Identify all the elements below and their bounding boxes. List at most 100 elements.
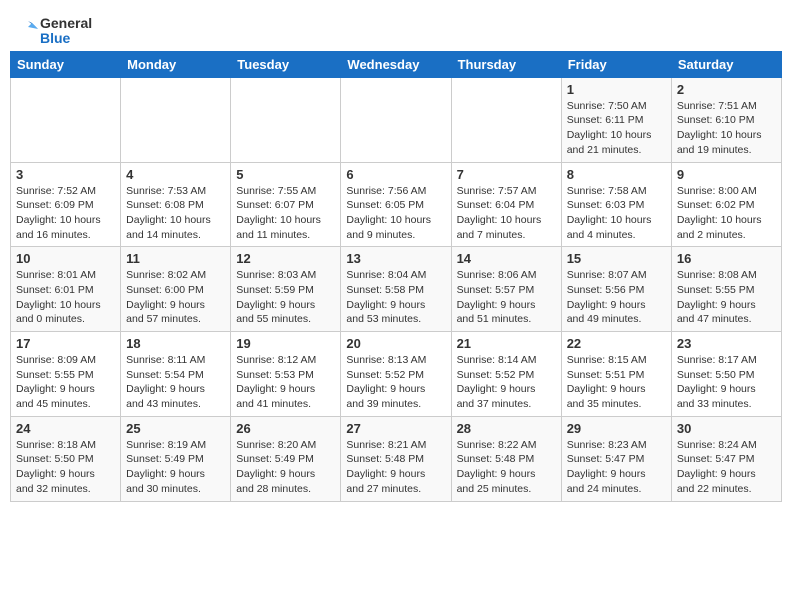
day-info: Sunrise: 8:24 AM Sunset: 5:47 PM Dayligh… [677,438,776,497]
day-cell: 27 Sunrise: 8:21 AM Sunset: 5:48 PM Dayli… [341,416,451,501]
day-number: 13 [346,251,445,266]
day-info: Sunrise: 7:58 AM Sunset: 6:03 PM Dayligh… [567,184,666,243]
column-header-monday: Monday [121,51,231,77]
day-cell: 19Sunrise: 8:12 AM Sunset: 5:53 PM Dayli… [231,332,341,417]
day-info: Sunrise: 8:21 AM Sunset: 5:48 PM Dayligh… [346,438,445,497]
day-number: 6 [346,167,445,182]
day-info: Sunrise: 8:09 AM Sunset: 5:55 PM Dayligh… [16,353,115,412]
day-cell: 1 Sunrise: 7:50 AM Sunset: 6:11 PM Daylig… [561,77,671,162]
day-info: Sunrise: 7:56 AM Sunset: 6:05 PM Dayligh… [346,184,445,243]
day-number: 29 [567,421,666,436]
logo: General Blue [10,16,92,47]
column-header-saturday: Saturday [671,51,781,77]
day-number: 30 [677,421,776,436]
day-cell: 9 Sunrise: 8:00 AM Sunset: 6:02 PM Daylig… [671,162,781,247]
header-row: SundayMondayTuesdayWednesdayThursdayFrid… [11,51,782,77]
day-info: Sunrise: 8:06 AM Sunset: 5:57 PM Dayligh… [457,268,556,327]
day-number: 7 [457,167,556,182]
column-header-friday: Friday [561,51,671,77]
day-info: Sunrise: 8:13 AM Sunset: 5:52 PM Dayligh… [346,353,445,412]
day-info: Sunrise: 8:20 AM Sunset: 5:49 PM Dayligh… [236,438,335,497]
day-cell: 18 Sunrise: 8:11 AM Sunset: 5:54 PM Dayli… [121,332,231,417]
header: General Blue [10,10,782,47]
day-number: 22 [567,336,666,351]
day-info: Sunrise: 8:03 AM Sunset: 5:59 PM Dayligh… [236,268,335,327]
day-cell: 30 Sunrise: 8:24 AM Sunset: 5:47 PM Dayli… [671,416,781,501]
day-cell [451,77,561,162]
day-cell: 7 Sunrise: 7:57 AM Sunset: 6:04 PM Daylig… [451,162,561,247]
day-number: 15 [567,251,666,266]
day-cell: 10Sunrise: 8:01 AM Sunset: 6:01 PM Dayli… [11,247,121,332]
day-cell: 6 Sunrise: 7:56 AM Sunset: 6:05 PM Daylig… [341,162,451,247]
day-number: 21 [457,336,556,351]
day-number: 28 [457,421,556,436]
day-info: Sunrise: 8:18 AM Sunset: 5:50 PM Dayligh… [16,438,115,497]
day-number: 24 [16,421,115,436]
day-cell: 22Sunrise: 8:15 AM Sunset: 5:51 PM Dayli… [561,332,671,417]
day-info: Sunrise: 7:52 AM Sunset: 6:09 PM Dayligh… [16,184,115,243]
week-row-1: 1 Sunrise: 7:50 AM Sunset: 6:11 PM Daylig… [11,77,782,162]
day-info: Sunrise: 8:04 AM Sunset: 5:58 PM Dayligh… [346,268,445,327]
day-number: 18 [126,336,225,351]
column-header-thursday: Thursday [451,51,561,77]
day-info: Sunrise: 8:14 AM Sunset: 5:52 PM Dayligh… [457,353,556,412]
day-info: Sunrise: 7:50 AM Sunset: 6:11 PM Dayligh… [567,99,666,158]
day-cell: 12 Sunrise: 8:03 AM Sunset: 5:59 PM Dayli… [231,247,341,332]
calendar-table: SundayMondayTuesdayWednesdayThursdayFrid… [10,51,782,502]
logo-container: General Blue [10,16,92,47]
day-cell: 28 Sunrise: 8:22 AM Sunset: 5:48 PM Dayli… [451,416,561,501]
week-row-5: 24 Sunrise: 8:18 AM Sunset: 5:50 PM Dayli… [11,416,782,501]
day-info: Sunrise: 8:17 AM Sunset: 5:50 PM Dayligh… [677,353,776,412]
day-cell: 24 Sunrise: 8:18 AM Sunset: 5:50 PM Dayli… [11,416,121,501]
day-cell: 2 Sunrise: 7:51 AM Sunset: 6:10 PM Daylig… [671,77,781,162]
day-cell [341,77,451,162]
day-cell: 25Sunrise: 8:19 AM Sunset: 5:49 PM Dayli… [121,416,231,501]
day-info: Sunrise: 8:01 AM Sunset: 6:01 PM Dayligh… [16,268,115,327]
day-cell: 20 Sunrise: 8:13 AM Sunset: 5:52 PM Dayli… [341,332,451,417]
day-info: Sunrise: 8:11 AM Sunset: 5:54 PM Dayligh… [126,353,225,412]
day-cell: 5 Sunrise: 7:55 AM Sunset: 6:07 PM Daylig… [231,162,341,247]
day-info: Sunrise: 7:57 AM Sunset: 6:04 PM Dayligh… [457,184,556,243]
day-cell: 11 Sunrise: 8:02 AM Sunset: 6:00 PM Dayli… [121,247,231,332]
day-cell: 13 Sunrise: 8:04 AM Sunset: 5:58 PM Dayli… [341,247,451,332]
logo-bird-icon [10,17,38,45]
day-number: 26 [236,421,335,436]
day-info: Sunrise: 8:22 AM Sunset: 5:48 PM Dayligh… [457,438,556,497]
day-cell: 15 Sunrise: 8:07 AM Sunset: 5:56 PM Dayli… [561,247,671,332]
column-header-wednesday: Wednesday [341,51,451,77]
day-info: Sunrise: 7:55 AM Sunset: 6:07 PM Dayligh… [236,184,335,243]
week-row-3: 10Sunrise: 8:01 AM Sunset: 6:01 PM Dayli… [11,247,782,332]
day-number: 14 [457,251,556,266]
day-number: 20 [346,336,445,351]
day-number: 25 [126,421,225,436]
day-cell: 4Sunrise: 7:53 AM Sunset: 6:08 PM Daylig… [121,162,231,247]
day-info: Sunrise: 8:00 AM Sunset: 6:02 PM Dayligh… [677,184,776,243]
day-number: 11 [126,251,225,266]
day-number: 5 [236,167,335,182]
day-number: 27 [346,421,445,436]
week-row-4: 17 Sunrise: 8:09 AM Sunset: 5:55 PM Dayli… [11,332,782,417]
day-number: 4 [126,167,225,182]
day-cell: 21 Sunrise: 8:14 AM Sunset: 5:52 PM Dayli… [451,332,561,417]
day-info: Sunrise: 8:02 AM Sunset: 6:00 PM Dayligh… [126,268,225,327]
day-cell: 29Sunrise: 8:23 AM Sunset: 5:47 PM Dayli… [561,416,671,501]
day-number: 9 [677,167,776,182]
day-number: 16 [677,251,776,266]
week-row-2: 3 Sunrise: 7:52 AM Sunset: 6:09 PM Daylig… [11,162,782,247]
day-number: 2 [677,82,776,97]
day-number: 23 [677,336,776,351]
day-info: Sunrise: 8:08 AM Sunset: 5:55 PM Dayligh… [677,268,776,327]
column-header-tuesday: Tuesday [231,51,341,77]
day-number: 17 [16,336,115,351]
day-cell: 8Sunrise: 7:58 AM Sunset: 6:03 PM Daylig… [561,162,671,247]
day-cell [11,77,121,162]
day-cell: 14 Sunrise: 8:06 AM Sunset: 5:57 PM Dayli… [451,247,561,332]
day-number: 1 [567,82,666,97]
day-cell: 17 Sunrise: 8:09 AM Sunset: 5:55 PM Dayli… [11,332,121,417]
day-number: 3 [16,167,115,182]
day-number: 12 [236,251,335,266]
day-info: Sunrise: 8:07 AM Sunset: 5:56 PM Dayligh… [567,268,666,327]
day-cell [121,77,231,162]
day-info: Sunrise: 7:51 AM Sunset: 6:10 PM Dayligh… [677,99,776,158]
day-number: 19 [236,336,335,351]
